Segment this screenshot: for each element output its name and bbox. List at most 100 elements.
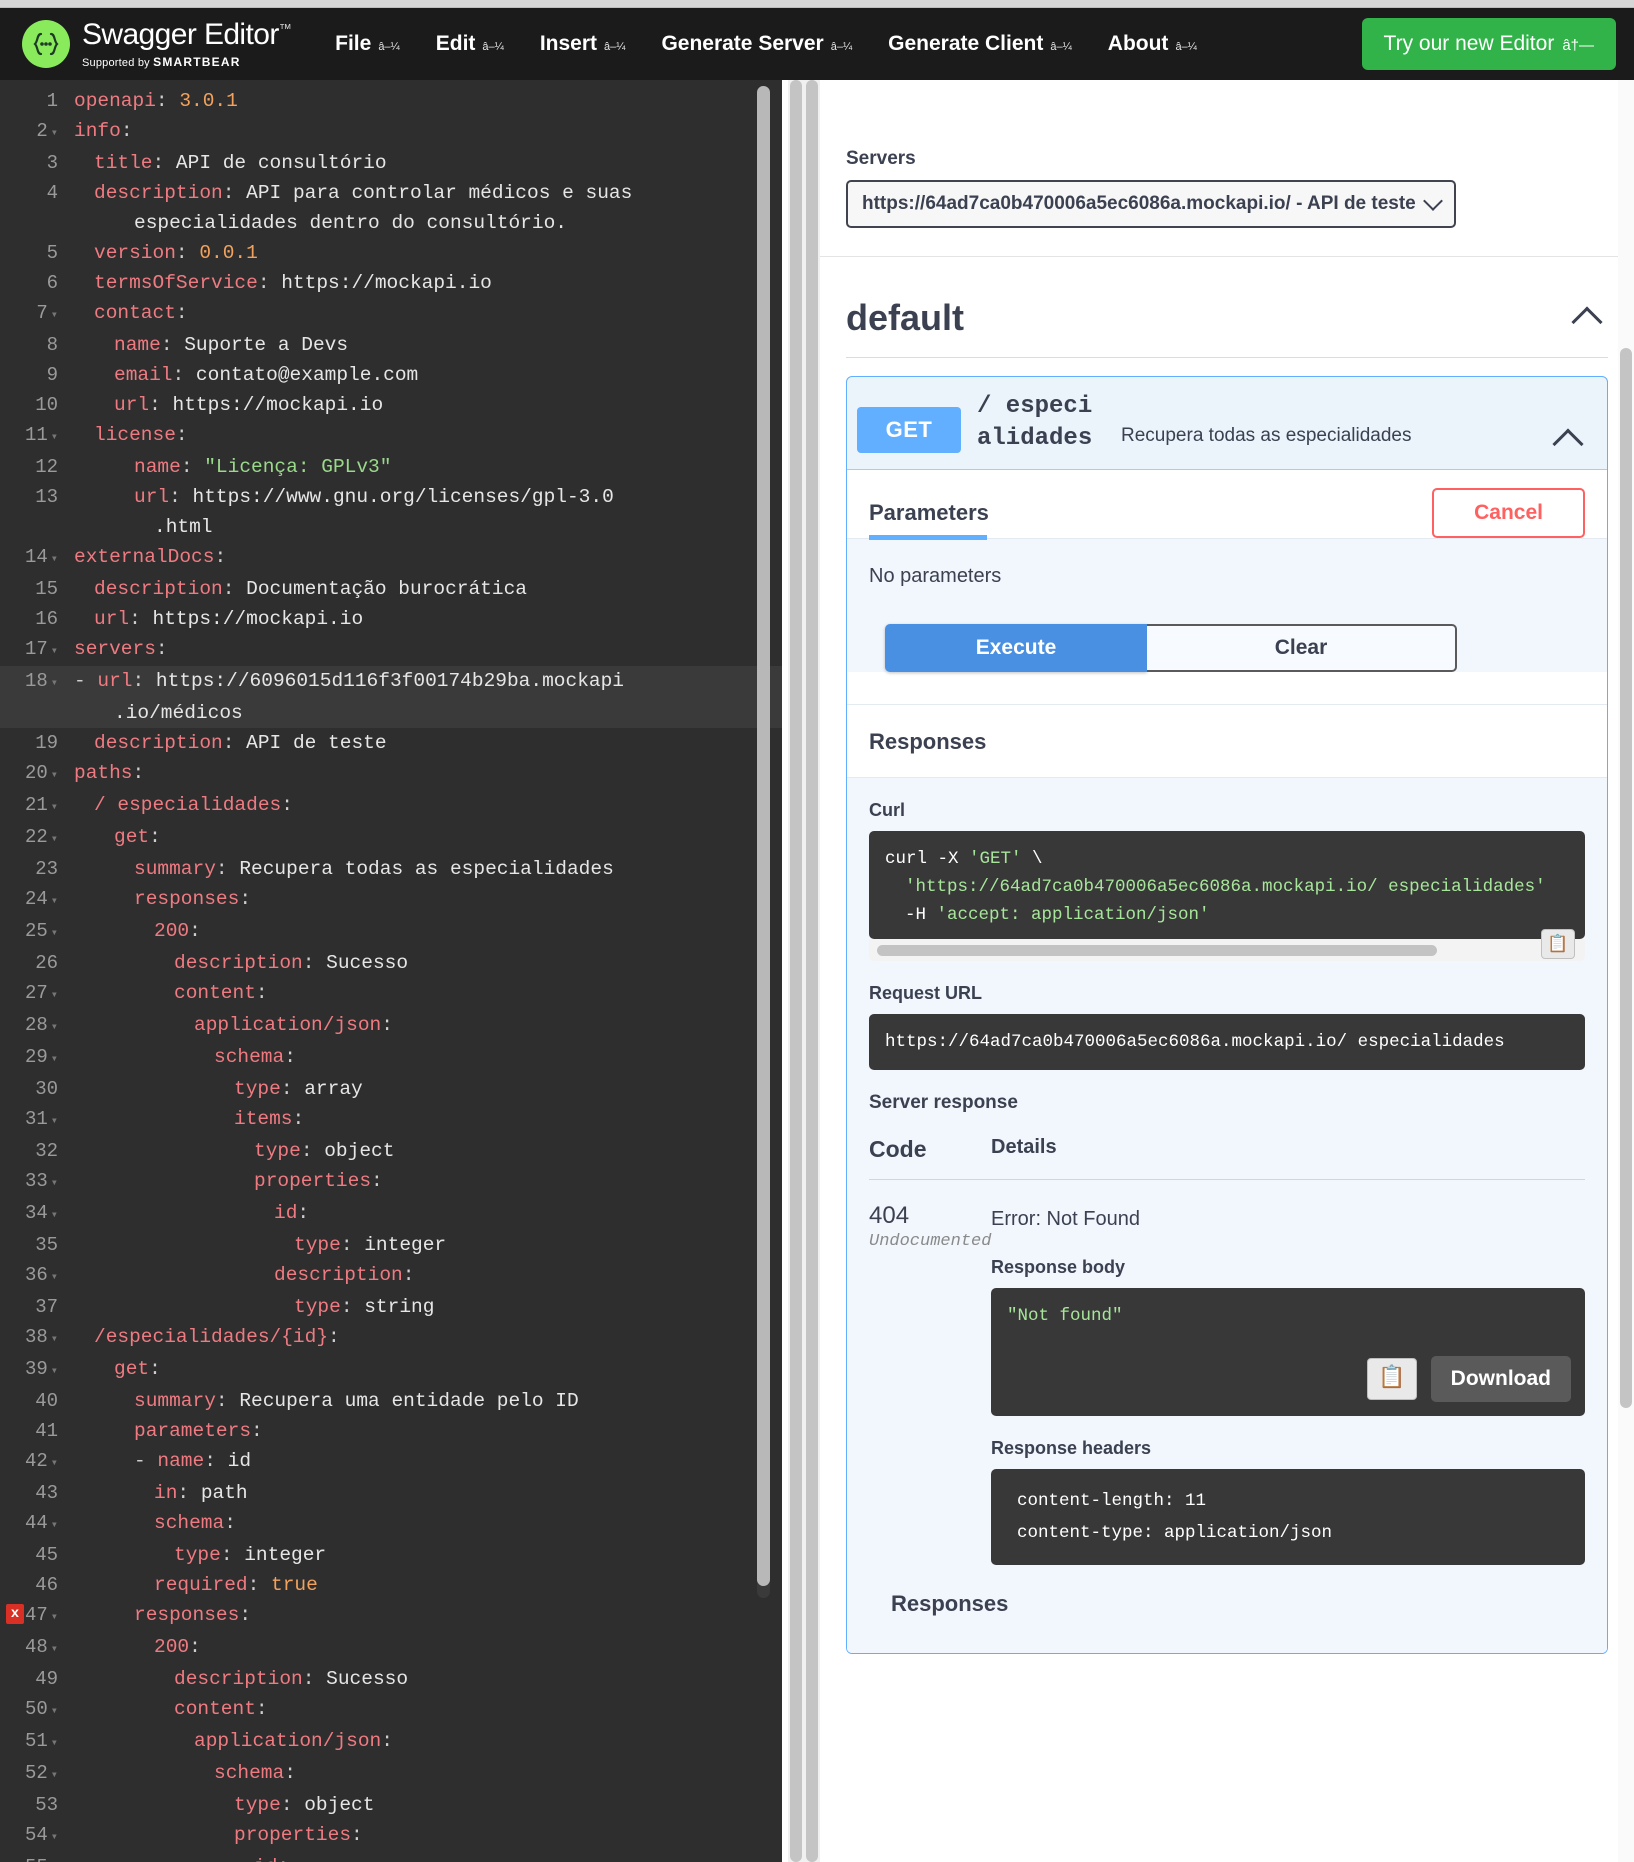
code-line[interactable]: 37 type: string (0, 1292, 782, 1322)
code-line[interactable]: 3 title: API de consultório (0, 148, 782, 178)
code-line[interactable]: 36 ▾ description: (0, 1260, 782, 1292)
code-line[interactable]: 27 ▾ content: (0, 978, 782, 1010)
code-line[interactable]: 41 parameters: (0, 1416, 782, 1446)
fold-toggle-icon[interactable]: ▾ (51, 1642, 58, 1656)
fold-toggle-icon[interactable]: ▾ (51, 644, 58, 658)
download-button[interactable]: Download (1430, 1356, 1571, 1402)
code-line[interactable]: 35 type: integer (0, 1230, 782, 1260)
code-line[interactable]: 54 ▾ properties: (0, 1820, 782, 1852)
editor-scrollbar-thumb[interactable] (757, 86, 770, 1586)
code-line[interactable]: 9 email: contato@example.com (0, 360, 782, 390)
fold-toggle-icon[interactable]: ▾ (51, 1332, 58, 1346)
code-line[interactable]: 55▾id: (0, 1852, 782, 1862)
servers-select[interactable]: https://64ad7ca0b470006a5ec6086a.mockapi… (846, 180, 1456, 228)
code-line[interactable]: 1 openapi: 3.0.1 (0, 86, 782, 116)
fold-toggle-icon[interactable]: ▾ (51, 308, 58, 322)
cancel-button[interactable]: Cancel (1432, 488, 1585, 538)
fold-toggle-icon[interactable]: ▾ (51, 1456, 58, 1470)
copy-icon[interactable]: 📋 (1366, 1358, 1417, 1400)
fold-toggle-icon[interactable]: ▾ (51, 1176, 58, 1190)
code-line[interactable]: 24 ▾ responses: (0, 884, 782, 916)
code-line[interactable]: 23 summary: Recupera todas as especialida… (0, 854, 782, 884)
fold-toggle-icon[interactable]: ▾ (51, 1270, 58, 1284)
fold-toggle-icon[interactable]: ▾ (51, 768, 58, 782)
menu-item-generate-client[interactable]: Generate Client â–¼ (870, 22, 1090, 66)
yaml-editor-pane[interactable]: 1 openapi: 3.0.1 2 ▾ info: 3 title: API de con… (0, 80, 782, 1862)
code-line[interactable]: 50 ▾ content: (0, 1694, 782, 1726)
code-line[interactable]: 29 ▾ schema: (0, 1042, 782, 1074)
fold-toggle-icon[interactable]: ▾ (51, 430, 58, 444)
code-line[interactable]: 48 ▾ 200: (0, 1632, 782, 1664)
code-line[interactable]: 2 ▾ info: (0, 116, 782, 148)
chevron-up-icon[interactable] (1552, 428, 1584, 460)
yaml-code[interactable]: 1 openapi: 3.0.1 2 ▾ info: 3 title: API de con… (0, 80, 782, 1862)
code-line[interactable]: 8 name: Suporte a Devs (0, 330, 782, 360)
code-line[interactable]: .html (0, 512, 782, 542)
code-line[interactable]: 52 ▾ schema: (0, 1758, 782, 1790)
code-line[interactable]: 19 description: API de teste (0, 728, 782, 758)
menu-item-about[interactable]: About â–¼ (1090, 22, 1215, 66)
code-line[interactable]: 14 ▾ externalDocs: (0, 542, 782, 574)
fold-toggle-icon[interactable]: ▾ (51, 926, 58, 940)
code-line[interactable]: x 47 ▾ responses: (0, 1600, 782, 1632)
editor-outer-scrollbar-thumb[interactable] (790, 80, 802, 1862)
tab-parameters[interactable]: Parameters (869, 500, 989, 526)
code-line[interactable]: 7 ▾ contact: (0, 298, 782, 330)
code-line[interactable]: 46 required: true (0, 1570, 782, 1600)
fold-toggle-icon[interactable]: ▾ (51, 1768, 58, 1782)
fold-toggle-icon[interactable]: ▾ (51, 1020, 58, 1034)
code-line[interactable]: especialidades dentro do consultório. (0, 208, 782, 238)
fold-toggle-icon[interactable]: ▾ (51, 1364, 58, 1378)
execute-button[interactable]: Execute (885, 624, 1147, 672)
brand[interactable]: Swagger Editor™ Supported by SMARTBEAR (22, 19, 292, 69)
preview-outer-scrollbar-thumb[interactable] (806, 80, 818, 1862)
code-line[interactable]: 16 url: https://mockapi.io (0, 604, 782, 634)
code-line[interactable]: 25 ▾ 200: (0, 916, 782, 948)
fold-toggle-icon[interactable]: ▾ (51, 1830, 58, 1844)
code-line[interactable]: 43 in: path (0, 1478, 782, 1508)
code-line[interactable]: 18 ▾ - url: https://6096015d116f3f00174b29… (0, 666, 782, 698)
code-line[interactable]: 32 type: object (0, 1136, 782, 1166)
fold-toggle-icon[interactable]: ▾ (51, 1208, 58, 1222)
code-line[interactable]: 49 description: Sucesso (0, 1664, 782, 1694)
code-line[interactable]: 21 ▾ / especialidades: (0, 790, 782, 822)
menu-item-insert[interactable]: Insert â–¼ (522, 22, 644, 66)
code-line[interactable]: 38 ▾/especialidades/{id}: (0, 1322, 782, 1354)
code-line[interactable]: 6 termsOfService: https://mockapi.io (0, 268, 782, 298)
code-line[interactable]: 33 ▾ properties: (0, 1166, 782, 1198)
code-line[interactable]: 11 ▾ license: (0, 420, 782, 452)
fold-toggle-icon[interactable]: ▾ (51, 1736, 58, 1750)
code-line[interactable]: 53 type: object (0, 1790, 782, 1820)
code-line[interactable]: 34 ▾ id: (0, 1198, 782, 1230)
curl-code-block[interactable]: curl -X 'GET' \ 'https://64ad7ca0b470006… (869, 831, 1585, 939)
menu-item-generate-server[interactable]: Generate Server â–¼ (643, 22, 870, 66)
code-line[interactable]: 39 ▾ get: (0, 1354, 782, 1386)
fold-toggle-icon[interactable]: ▾ (51, 552, 58, 566)
code-line[interactable]: 44 ▾ schema: (0, 1508, 782, 1540)
code-line[interactable]: 45 type: integer (0, 1540, 782, 1570)
code-line[interactable]: 28 ▾ application/json: (0, 1010, 782, 1042)
code-line[interactable]: 13 url: https://www.gnu.org/licenses/gpl-… (0, 482, 782, 512)
page-scrollbar-track[interactable] (1618, 80, 1634, 1862)
fold-toggle-icon[interactable]: ▾ (51, 800, 58, 814)
code-line[interactable]: 22 ▾ get: (0, 822, 782, 854)
operation-summary-row[interactable]: GET / especialidades Recupera todas as e… (847, 377, 1607, 469)
editor-outer-scrollbar[interactable] (788, 80, 804, 1862)
fold-toggle-icon[interactable]: ▾ (51, 676, 58, 690)
code-line[interactable]: 10 url: https://mockapi.io (0, 390, 782, 420)
code-line[interactable]: 15 description: Documentação burocrática (0, 574, 782, 604)
code-line[interactable]: 5 version: 0.0.1 (0, 238, 782, 268)
menu-item-file[interactable]: File â–¼ (317, 22, 418, 66)
error-marker-icon[interactable]: x (6, 1604, 24, 1624)
fold-toggle-icon[interactable]: ▾ (51, 894, 58, 908)
try-new-editor-button[interactable]: Try our new Editor â†— (1361, 18, 1616, 70)
page-scrollbar-thumb[interactable] (1620, 348, 1632, 1408)
curl-horizontal-scrollbar[interactable]: 📋 (869, 929, 1585, 961)
code-line[interactable]: 20 ▾ paths: (0, 758, 782, 790)
preview-outer-scrollbar[interactable] (804, 80, 820, 1862)
fold-toggle-icon[interactable]: ▾ (51, 1610, 58, 1624)
code-line[interactable]: 30 type: array (0, 1074, 782, 1104)
code-line[interactable]: 42 ▾ - name: id (0, 1446, 782, 1478)
code-line[interactable]: 40 summary: Recupera uma entidade pelo ID (0, 1386, 782, 1416)
code-line[interactable]: 12 name: "Licença: GPLv3" (0, 452, 782, 482)
